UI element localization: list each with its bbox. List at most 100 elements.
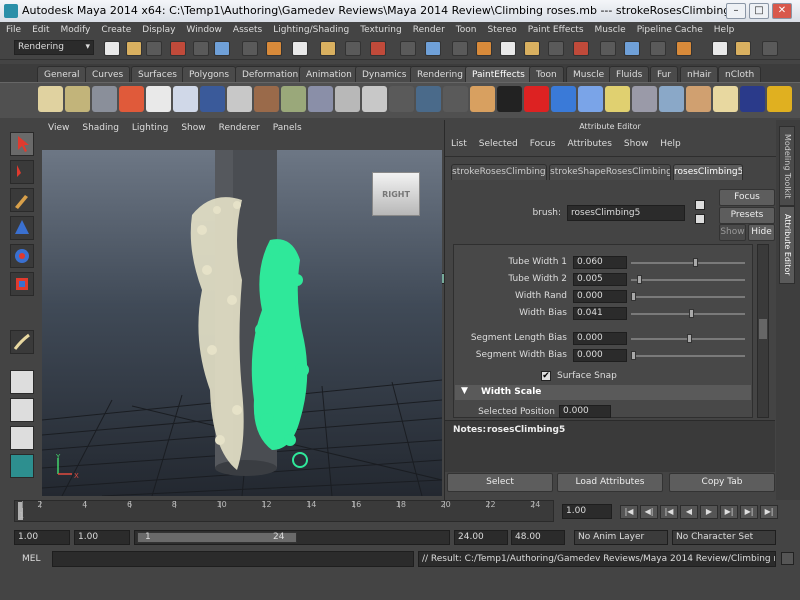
- paint-effects-brush-icon[interactable]: [632, 86, 657, 112]
- status-icon[interactable]: [452, 41, 468, 56]
- menu-stereo[interactable]: Stereo: [487, 25, 516, 35]
- attr-field[interactable]: 0.000: [573, 349, 627, 362]
- attr-slider-track[interactable]: [631, 279, 745, 281]
- paint-effects-brush-icon[interactable]: [92, 86, 117, 112]
- paint-effects-brush-icon[interactable]: [767, 86, 792, 112]
- menu-file[interactable]: File: [6, 25, 21, 35]
- outliner-layout-icon[interactable]: [10, 426, 34, 450]
- paint-effects-brush-icon[interactable]: [227, 86, 252, 112]
- single-perspective-layout-icon[interactable]: [10, 370, 34, 394]
- scale-tool-icon[interactable]: [10, 272, 34, 296]
- ae-menu-attributes[interactable]: Attributes: [567, 139, 611, 149]
- paint-effects-brush-icon[interactable]: [146, 86, 171, 112]
- tab-attribute-editor[interactable]: Attribute Editor: [779, 206, 795, 284]
- paint-effects-brush-icon[interactable]: [200, 86, 225, 112]
- menu-window[interactable]: Window: [186, 25, 222, 35]
- attr-slider-track[interactable]: [631, 355, 745, 357]
- menu-paint-effects[interactable]: Paint Effects: [528, 25, 584, 35]
- perspective-viewport[interactable]: RIGHT Y X: [42, 150, 442, 496]
- script-language-label[interactable]: MEL: [22, 554, 40, 564]
- status-icon[interactable]: [104, 41, 120, 56]
- time-ruler[interactable]: [14, 500, 554, 522]
- attr-slider-knob[interactable]: [636, 275, 642, 284]
- paint-effects-brush-icon[interactable]: [281, 86, 306, 112]
- attr-slider-knob[interactable]: [631, 292, 636, 301]
- shelf-tab-dynamics[interactable]: Dynamics: [355, 66, 414, 82]
- status-icon[interactable]: [126, 41, 142, 56]
- hide-button[interactable]: Hide: [748, 224, 775, 241]
- minimize-button[interactable]: –: [726, 3, 746, 19]
- attribute-scrollbar[interactable]: [757, 244, 769, 418]
- paint-effects-brush-icon[interactable]: [65, 86, 90, 112]
- status-icon[interactable]: [170, 41, 186, 56]
- end-time-field[interactable]: 48.00: [511, 530, 565, 545]
- attr-field[interactable]: 0.041: [573, 307, 627, 320]
- paint-effects-brush-icon[interactable]: [38, 86, 63, 112]
- playback-start-field[interactable]: 1.00: [74, 530, 130, 545]
- status-icon[interactable]: [624, 41, 640, 56]
- output-connection-icon[interactable]: [695, 214, 705, 224]
- playback-button-icon[interactable]: ▶|: [720, 505, 738, 519]
- status-icon[interactable]: [214, 41, 230, 56]
- command-input[interactable]: [52, 551, 414, 567]
- status-icon[interactable]: [242, 41, 258, 56]
- attr-field[interactable]: 0.000: [573, 332, 627, 345]
- maximize-button[interactable]: □: [749, 3, 769, 19]
- paint-effects-brush-icon[interactable]: [497, 86, 522, 112]
- paint-effects-brush-icon[interactable]: [686, 86, 711, 112]
- status-icon[interactable]: [676, 41, 692, 56]
- shelf-tab-polygons[interactable]: Polygons: [182, 66, 237, 82]
- viewport-menu-view[interactable]: View: [48, 123, 69, 133]
- move-tool-icon[interactable]: [10, 216, 34, 240]
- select-tool-icon[interactable]: [10, 132, 34, 156]
- close-button[interactable]: ✕: [772, 3, 792, 19]
- ae-menu-list[interactable]: List: [451, 139, 467, 149]
- playback-button-icon[interactable]: ▶|: [760, 505, 778, 519]
- attr-slider-knob[interactable]: [689, 309, 695, 318]
- status-icon[interactable]: [146, 41, 162, 56]
- shelf-tab-toon[interactable]: Toon: [529, 66, 564, 82]
- attr-field[interactable]: 0.060: [573, 256, 627, 269]
- shelf-tab-fur[interactable]: Fur: [650, 66, 679, 82]
- paint-effects-brush-icon[interactable]: [713, 86, 738, 112]
- four-view-layout-icon[interactable]: [10, 398, 34, 422]
- status-icon[interactable]: [476, 41, 492, 56]
- menu-edit[interactable]: Edit: [32, 25, 49, 35]
- status-icon[interactable]: [193, 41, 209, 56]
- attr-field[interactable]: 0.000: [573, 290, 627, 303]
- menu-set-dropdown[interactable]: Rendering: [14, 40, 94, 55]
- menu-toon[interactable]: Toon: [456, 25, 477, 35]
- paint-effects-brush-icon[interactable]: [362, 86, 387, 112]
- shelf-tab-general[interactable]: General: [37, 66, 87, 82]
- attr-slider-knob[interactable]: [687, 334, 692, 343]
- range-slider[interactable]: 1 24: [134, 530, 450, 545]
- current-time-field[interactable]: 1.00: [562, 504, 612, 519]
- menu-pipeline-cache[interactable]: Pipeline Cache: [637, 25, 703, 35]
- paint-effects-brush-icon[interactable]: [524, 86, 549, 112]
- lasso-tool-icon[interactable]: [10, 160, 34, 184]
- brush-name-field[interactable]: rosesClimbing5: [567, 205, 685, 221]
- last-tool-brush-icon[interactable]: [10, 330, 34, 354]
- paint-effects-brush-icon[interactable]: [389, 86, 414, 112]
- paint-effects-brush-icon[interactable]: [470, 86, 495, 112]
- ae-menu-focus[interactable]: Focus: [530, 139, 556, 149]
- ae-tab-rosesClimbing5[interactable]: rosesClimbing5: [673, 164, 743, 180]
- playback-button-icon[interactable]: ▶|: [740, 505, 758, 519]
- status-icon[interactable]: [600, 41, 616, 56]
- paint-select-tool-icon[interactable]: [10, 188, 34, 212]
- viewport-menu-show[interactable]: Show: [181, 123, 205, 133]
- shelf-tab-painteffects[interactable]: PaintEffects: [465, 66, 532, 82]
- scrollbar-thumb[interactable]: [759, 319, 767, 339]
- input-connection-icon[interactable]: [695, 200, 705, 210]
- focus-button[interactable]: Focus: [719, 189, 775, 206]
- ae-button-copy-tab[interactable]: Copy Tab: [669, 473, 775, 492]
- menu-create[interactable]: Create: [101, 25, 131, 35]
- attr-slider-track[interactable]: [631, 262, 745, 264]
- viewport-menu-lighting[interactable]: Lighting: [132, 123, 168, 133]
- attr-slider-knob[interactable]: [692, 258, 698, 267]
- ae-button-select[interactable]: Select: [447, 473, 553, 492]
- status-icon[interactable]: [425, 41, 441, 56]
- show-button[interactable]: Show: [719, 224, 746, 241]
- shelf-tab-nhair[interactable]: nHair: [680, 66, 719, 82]
- paint-effects-brush-icon[interactable]: [578, 86, 603, 112]
